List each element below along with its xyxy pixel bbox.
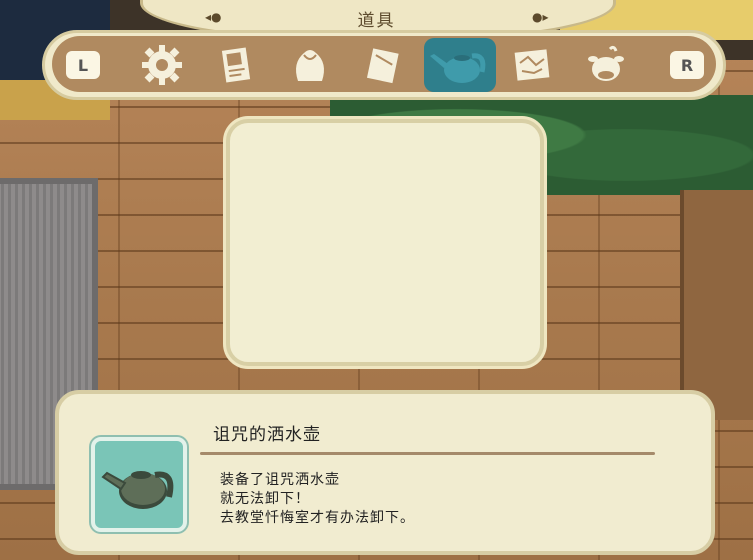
cursed-watering-can-icon <box>101 471 174 509</box>
tab-map[interactable] <box>508 41 556 89</box>
tab-notes[interactable] <box>212 41 260 89</box>
map-icon <box>514 49 550 81</box>
item-description-line: 就无法卸下！ <box>220 491 310 507</box>
item-name: 诅咒的洒水壶 <box>213 425 321 445</box>
name-divider <box>200 452 655 455</box>
envelope-icon <box>366 48 399 84</box>
menu-title: 道具 <box>357 11 396 31</box>
wooden-shelf <box>680 190 753 420</box>
selected-item-slot[interactable] <box>91 437 187 532</box>
gear-icon <box>142 45 182 85</box>
item-description-line: 装备了诅咒洒水壶 <box>220 472 340 488</box>
tab-seeds[interactable] <box>286 41 334 89</box>
item-preview-panel <box>226 119 544 366</box>
cow-icon <box>588 45 624 81</box>
tab-letters[interactable] <box>360 41 408 89</box>
tab-animals[interactable] <box>582 41 630 89</box>
title-right-ornament: ●▸ <box>532 10 549 24</box>
r-shoulder-button[interactable]: R <box>670 51 704 79</box>
l-shoulder-button[interactable]: L <box>66 51 100 79</box>
paper-notes-icon <box>221 47 251 83</box>
watering-can-icon <box>430 53 486 83</box>
tab-watering-can-selected[interactable] <box>424 38 496 92</box>
item-description-line: 去教堂忏悔室才有办法卸下。 <box>220 510 415 526</box>
seed-bag-icon <box>296 50 324 81</box>
tab-tools[interactable] <box>138 41 186 89</box>
